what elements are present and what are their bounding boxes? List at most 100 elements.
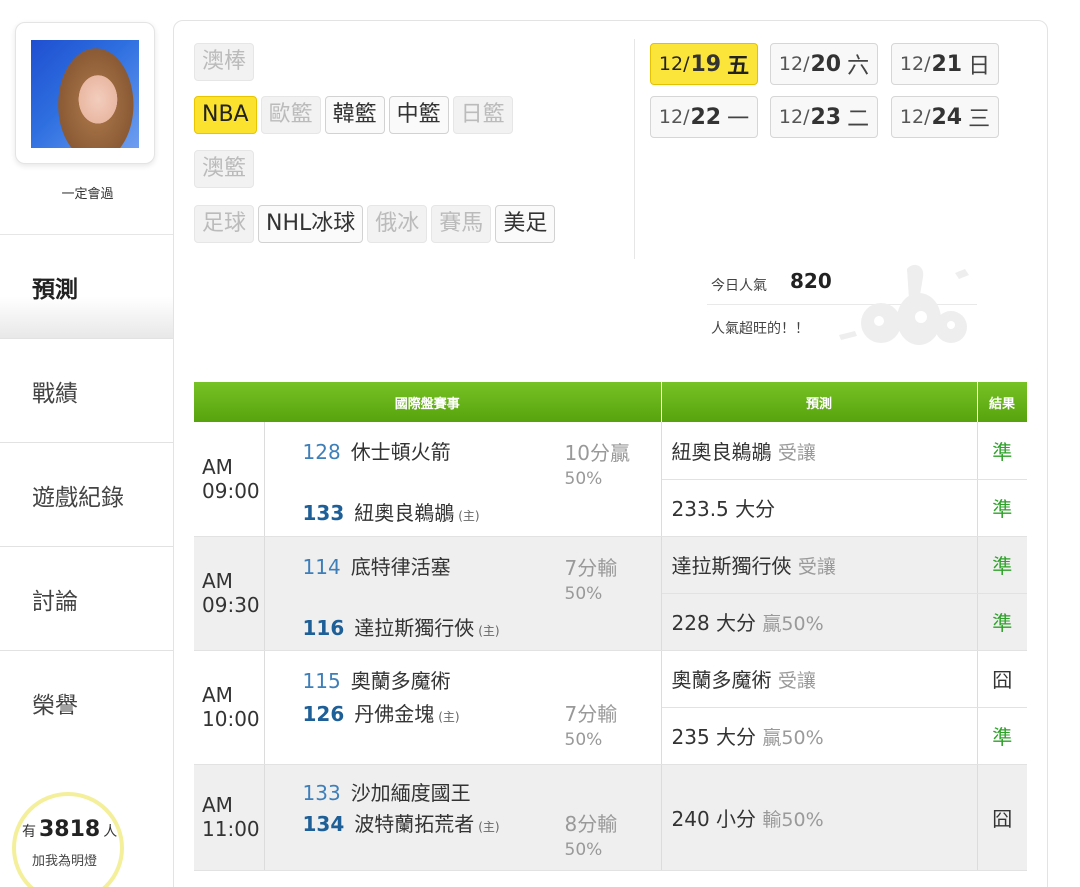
away-team[interactable]: 115 奧蘭多魔術 — [303, 665, 451, 694]
team-name: 達拉斯獨行俠 — [354, 615, 475, 640]
date-chip-1224[interactable]: 12/24 三 — [891, 96, 999, 138]
away-team[interactable]: 114 底特律活塞 — [303, 551, 451, 580]
table-row: AM 11:00 133 沙加緬度國王 134 波特蘭拓荒者 (主) 8分輸 50% 2… — [194, 764, 1028, 871]
league-chip-nhl[interactable]: NHL冰球 — [258, 205, 364, 243]
away-team[interactable]: 133 沙加緬度國王 — [303, 777, 471, 806]
home-tag: (主) — [478, 623, 500, 638]
league-chip-china-basketball[interactable]: 中籃 — [388, 96, 449, 134]
prediction-text: 紐奧良鵜鶘 — [671, 439, 772, 464]
table-header-row: 國際盤賽事 預測 結果 — [194, 382, 1028, 422]
league-row: NBA 歐籃 韓籃 中籃 日籃 — [194, 96, 517, 134]
avatar[interactable] — [31, 40, 139, 148]
mascot-icon — [839, 264, 969, 345]
team-name: 紐奧良鵜鶘 — [354, 501, 455, 525]
prediction-table: 國際盤賽事 預測 結果 AM 09:00 128 休士頓火箭 133 紐奧良鵜鶘 (主… — [194, 382, 1028, 871]
league-chip-euro-basketball[interactable]: 歐籃 — [260, 96, 321, 134]
date-chip-1219[interactable]: 12/19 五 — [650, 43, 758, 85]
nav-item-prediction[interactable]: 預測 — [0, 234, 175, 338]
team-number: 128 — [302, 440, 341, 464]
game-time: AM 11:00 — [194, 764, 265, 871]
prediction-cell: 235 大分 贏50% — [661, 707, 978, 765]
handicap-line: 10分贏 50% — [565, 440, 630, 492]
handicap-value: 10分贏 — [564, 441, 630, 465]
follow-button[interactable]: 加我為明燈 — [32, 850, 97, 869]
team-number: 133 — [302, 780, 341, 805]
home-tag: (主) — [458, 509, 480, 523]
game-time: AM 09:30 — [194, 536, 265, 651]
fans-count: 有 3818 人 — [22, 817, 117, 842]
team-number: 126 — [302, 701, 345, 726]
team-name: 丹佛金塊 — [354, 701, 435, 726]
username[interactable]: 一定會過 — [0, 183, 175, 202]
matchup-cell: 115 奧蘭多魔術 126 丹佛金塊 (主) 7分輸 50% — [264, 650, 662, 765]
header-prediction: 預測 — [661, 382, 978, 422]
league-chip-aus-baseball[interactable]: 澳棒 — [194, 43, 255, 81]
date-weekday: 日 — [968, 54, 991, 79]
handicap-line: 7分輸 50% — [565, 555, 618, 607]
prediction-sub: 受讓 — [797, 556, 836, 578]
date-chip-1221[interactable]: 12/21 日 — [891, 43, 999, 85]
team-number: 116 — [302, 615, 345, 640]
home-team[interactable]: 134 波特蘭拓荒者 (主) — [303, 808, 500, 837]
prediction-cell: 奧蘭多魔術 受讓 — [661, 650, 978, 708]
league-chip-horse-racing[interactable]: 賽馬 — [431, 205, 492, 243]
date-day: 20 — [810, 51, 842, 77]
away-team[interactable]: 128 休士頓火箭 — [303, 436, 451, 465]
league-chip-aus-basketball[interactable]: 澳籃 — [194, 150, 255, 188]
home-team[interactable]: 116 達拉斯獨行俠 (主) — [303, 612, 500, 641]
team-name: 波特蘭拓荒者 — [354, 811, 475, 836]
header-result: 結果 — [977, 382, 1028, 422]
prediction-text: 達拉斯獨行俠 — [671, 554, 792, 578]
nav-label: 榮譽 — [32, 692, 78, 719]
home-team[interactable]: 133 紐奧良鵜鶘 (主) — [303, 497, 480, 526]
sidebar: 一定會過 預測 戰績 遊戲紀錄 討論 榮譽 有 3818 人 加我為明燈 — [0, 0, 175, 887]
prediction-cell: 233.5 大分 — [661, 479, 978, 537]
nav-label: 戰績 — [32, 380, 78, 407]
home-tag: (主) — [478, 819, 500, 834]
fans-prefix: 有 — [22, 824, 36, 840]
prediction-text: 240 小分 — [671, 806, 757, 831]
handicap-percent: 50% — [564, 839, 603, 860]
nav-item-record[interactable]: 戰績 — [0, 338, 175, 442]
table-row: AM 09:30 114 底特律活塞 116 達拉斯獨行俠 (主) 7分輸 50% 達拉… — [194, 536, 1028, 651]
date-chip-1223[interactable]: 12/23 二 — [770, 96, 878, 138]
fans-suffix: 人 — [103, 824, 118, 840]
date-weekday: 二 — [847, 107, 870, 132]
team-name: 底特律活塞 — [350, 554, 451, 579]
handicap-value: 7分輸 — [564, 555, 618, 580]
handicap-percent: 50% — [564, 729, 603, 750]
team-number: 133 — [302, 501, 345, 525]
league-chip-american-football[interactable]: 美足 — [495, 205, 556, 243]
result-cell: 準 — [977, 707, 1028, 765]
result-cell: 囧 — [977, 650, 1028, 708]
team-name: 奧蘭多魔術 — [350, 668, 451, 693]
date-day: 23 — [810, 104, 842, 130]
league-chip-korea-basketball[interactable]: 韓籃 — [324, 96, 385, 134]
prediction-text: 奧蘭多魔術 — [671, 668, 772, 692]
date-month: 12/ — [899, 106, 931, 128]
result-cell: 準 — [977, 422, 1028, 480]
date-chip-1222[interactable]: 12/22 一 — [650, 96, 758, 138]
team-name: 沙加緬度國王 — [350, 780, 471, 805]
nav-item-honor[interactable]: 榮譽 — [0, 650, 175, 754]
league-chip-russia-hockey[interactable]: 俄冰 — [367, 205, 428, 243]
date-month: 12/ — [778, 106, 810, 128]
result-cell: 準 — [977, 479, 1028, 537]
league-chip-japan-basketball[interactable]: 日籃 — [452, 96, 513, 134]
league-chip-soccer[interactable]: 足球 — [194, 205, 255, 243]
date-month: 12/ — [899, 53, 931, 75]
nav-item-discussion[interactable]: 討論 — [0, 546, 175, 650]
fans-number: 3818 — [39, 817, 101, 842]
game-time: AM 09:00 — [194, 422, 265, 537]
home-team[interactable]: 126 丹佛金塊 (主) — [303, 698, 460, 727]
date-chip-1220[interactable]: 12/20 六 — [770, 43, 878, 85]
nav-item-game-history[interactable]: 遊戲紀錄 — [0, 442, 175, 546]
prediction-cell: 240 小分 輸50% — [661, 764, 978, 871]
league-chip-nba[interactable]: NBA — [194, 96, 257, 134]
date-day: 24 — [931, 104, 963, 130]
date-day: 22 — [690, 104, 722, 130]
table-row: AM 09:00 128 休士頓火箭 133 紐奧良鵜鶘 (主) 10分贏 50% 紐奧… — [194, 422, 1028, 537]
nav-label: 遊戲紀錄 — [32, 484, 124, 511]
avatar-card[interactable] — [15, 22, 155, 164]
handicap-line: 8分輸 50% — [565, 811, 618, 863]
